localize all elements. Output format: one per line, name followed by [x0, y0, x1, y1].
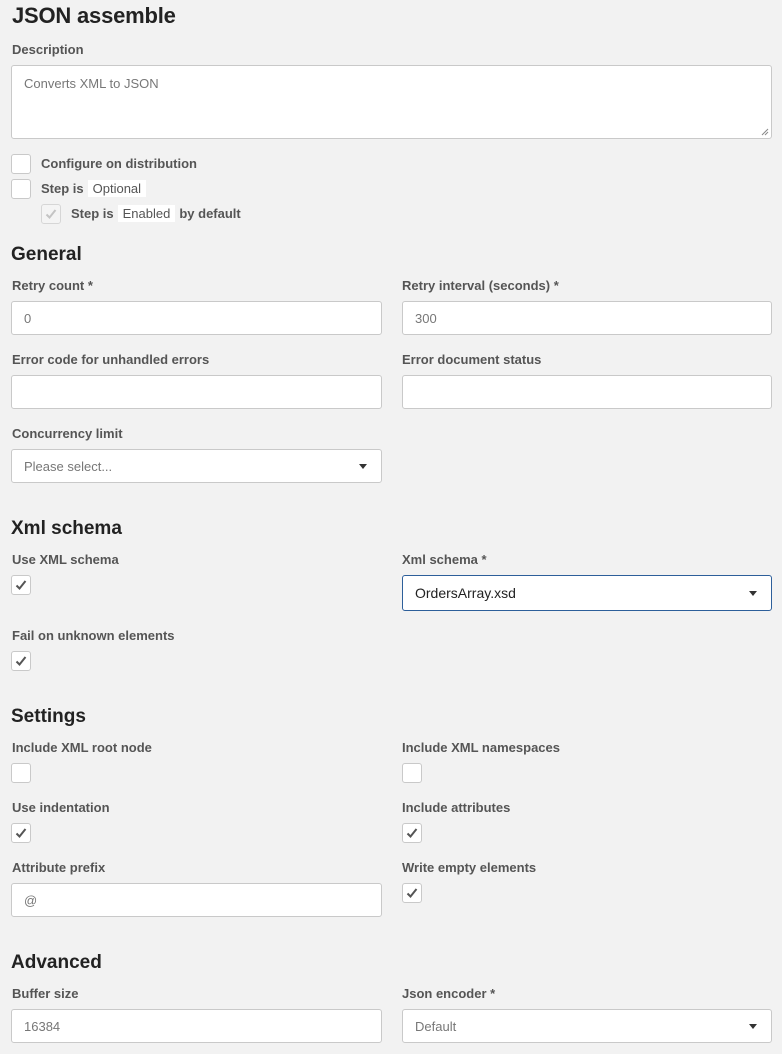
include-namespaces-checkbox[interactable] — [402, 763, 422, 783]
include-attributes-label: Include attributes — [402, 800, 511, 815]
include-root-checkbox[interactable] — [11, 763, 31, 783]
error-code-label: Error code for unhandled errors — [12, 352, 210, 367]
use-xml-schema-checkbox[interactable] — [11, 575, 31, 595]
step-enabled-chip: Enabled — [117, 205, 176, 222]
include-root-label: Include XML root node — [12, 740, 152, 755]
concurrency-label: Concurrency limit — [12, 426, 123, 441]
resize-grip-icon[interactable] — [761, 128, 769, 136]
include-namespaces-label: Include XML namespaces — [402, 740, 560, 755]
step-optional-label: Step is Optional — [41, 180, 150, 197]
check-icon — [15, 828, 27, 838]
step-optional-chip: Optional — [87, 180, 147, 197]
error-code-input[interactable] — [11, 375, 382, 409]
write-empty-checkbox[interactable] — [402, 883, 422, 903]
attribute-prefix-label: Attribute prefix — [12, 860, 106, 875]
concurrency-placeholder: Please select... — [24, 458, 113, 474]
concurrency-select[interactable]: Please select... — [11, 449, 382, 483]
buffer-size-input[interactable]: 16384 — [11, 1009, 382, 1043]
chevron-down-icon — [749, 591, 757, 596]
attribute-prefix-input[interactable]: @ — [11, 883, 382, 917]
description-label: Description — [12, 42, 84, 57]
chevron-down-icon — [359, 464, 367, 469]
error-status-label: Error document status — [402, 352, 542, 367]
fail-unknown-label: Fail on unknown elements — [12, 628, 175, 643]
step-optional-prefix: Step is — [41, 181, 84, 196]
check-icon — [406, 828, 418, 838]
step-enabled-checkbox[interactable] — [41, 204, 61, 224]
xml-schema-section-title: Xml schema — [11, 518, 122, 539]
attribute-prefix-value: @ — [24, 892, 38, 908]
chevron-down-icon — [749, 1024, 757, 1029]
xml-schema-label: Xml schema * — [402, 552, 487, 567]
error-status-input[interactable] — [402, 375, 772, 409]
settings-section-title: Settings — [11, 706, 86, 727]
retry-count-value: 0 — [24, 310, 32, 326]
include-attributes-checkbox[interactable] — [402, 823, 422, 843]
use-indentation-checkbox[interactable] — [11, 823, 31, 843]
step-enabled-prefix: Step is — [71, 206, 114, 221]
check-icon — [45, 209, 57, 219]
check-icon — [15, 656, 27, 666]
description-value: Converts XML to JSON — [24, 76, 159, 91]
xml-schema-value: OrdersArray.xsd — [415, 585, 516, 601]
step-optional-checkbox[interactable] — [11, 179, 31, 199]
buffer-size-value: 16384 — [24, 1018, 61, 1034]
description-textarea[interactable]: Converts XML to JSON — [11, 65, 772, 139]
use-indentation-label: Use indentation — [12, 800, 110, 815]
json-encoder-label: Json encoder * — [402, 986, 496, 1001]
step-enabled-label: Step is Enabled by default — [71, 205, 241, 222]
buffer-size-label: Buffer size — [12, 986, 79, 1001]
write-empty-label: Write empty elements — [402, 860, 537, 875]
page-title: JSON assemble — [12, 3, 176, 28]
retry-count-input[interactable]: 0 — [11, 301, 382, 335]
check-icon — [15, 580, 27, 590]
retry-count-label: Retry count * — [12, 278, 93, 293]
retry-interval-value: 300 — [415, 310, 437, 326]
use-xml-schema-label: Use XML schema — [12, 552, 119, 567]
json-encoder-select[interactable]: Default — [402, 1009, 772, 1043]
step-config-form: JSON assemble Description Converts XML t… — [0, 0, 782, 1054]
general-section-title: General — [11, 244, 82, 265]
step-enabled-suffix: by default — [179, 206, 241, 221]
xml-schema-select[interactable]: OrdersArray.xsd — [402, 575, 772, 611]
check-icon — [406, 888, 418, 898]
retry-interval-input[interactable]: 300 — [402, 301, 772, 335]
configure-on-distribution-checkbox[interactable] — [11, 154, 31, 174]
configure-on-distribution-label: Configure on distribution — [41, 156, 197, 171]
advanced-section-title: Advanced — [11, 952, 102, 973]
json-encoder-value: Default — [415, 1018, 457, 1034]
fail-unknown-checkbox[interactable] — [11, 651, 31, 671]
retry-interval-label: Retry interval (seconds) * — [402, 278, 559, 293]
